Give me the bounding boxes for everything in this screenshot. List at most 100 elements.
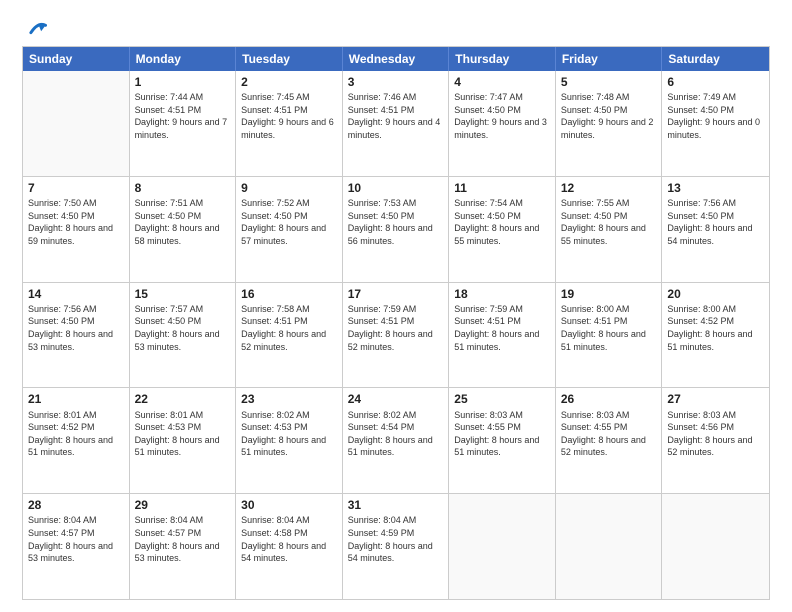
day-cell-21: 21 Sunrise: 8:01 AMSunset: 4:52 PMDayligh…	[23, 388, 130, 493]
cell-info: Sunrise: 7:47 AMSunset: 4:50 PMDaylight:…	[454, 91, 550, 141]
cell-info: Sunrise: 8:04 AMSunset: 4:57 PMDaylight:…	[28, 514, 124, 564]
day-cell-23: 23Sunrise: 8:02 AMSunset: 4:53 PMDayligh…	[236, 388, 343, 493]
day-cell-19: 19Sunrise: 8:00 AMSunset: 4:51 PMDayligh…	[556, 283, 663, 388]
day-cell-15: 15Sunrise: 7:57 AMSunset: 4:50 PMDayligh…	[130, 283, 237, 388]
empty-cell	[23, 71, 130, 176]
cell-info: Sunrise: 7:52 AMSunset: 4:50 PMDaylight:…	[241, 197, 337, 247]
day-header-tuesday: Tuesday	[236, 47, 343, 71]
cell-info: Sunrise: 7:50 AMSunset: 4:50 PMDaylight:…	[28, 197, 124, 247]
day-number: 18	[454, 286, 550, 302]
day-cell-11: 11Sunrise: 7:54 AMSunset: 4:50 PMDayligh…	[449, 177, 556, 282]
day-number: 1	[135, 74, 231, 90]
day-cell-6: 6Sunrise: 7:49 AMSunset: 4:50 PMDaylight…	[662, 71, 769, 176]
day-number: 15	[135, 286, 231, 302]
day-header-sunday: Sunday	[23, 47, 130, 71]
calendar-row-5: 28Sunrise: 8:04 AMSunset: 4:57 PMDayligh…	[23, 493, 769, 599]
cell-info: Sunrise: 7:49 AMSunset: 4:50 PMDaylight:…	[667, 91, 764, 141]
day-number: 30	[241, 497, 337, 513]
day-number: 3	[348, 74, 444, 90]
cell-info: Sunrise: 7:55 AMSunset: 4:50 PMDaylight:…	[561, 197, 657, 247]
day-header-saturday: Saturday	[662, 47, 769, 71]
day-number: 5	[561, 74, 657, 90]
calendar-header: SundayMondayTuesdayWednesdayThursdayFrid…	[23, 47, 769, 71]
day-header-wednesday: Wednesday	[343, 47, 450, 71]
cell-info: Sunrise: 8:01 AMSunset: 4:53 PMDaylight:…	[135, 409, 231, 459]
day-number: 16	[241, 286, 337, 302]
day-number: 2	[241, 74, 337, 90]
day-number: 25	[454, 391, 550, 407]
cell-info: Sunrise: 7:57 AMSunset: 4:50 PMDaylight:…	[135, 303, 231, 353]
day-number: 7	[28, 180, 124, 196]
cell-info: Sunrise: 7:51 AMSunset: 4:50 PMDaylight:…	[135, 197, 231, 247]
day-cell-5: 5Sunrise: 7:48 AMSunset: 4:50 PMDaylight…	[556, 71, 663, 176]
cell-info: Sunrise: 7:46 AMSunset: 4:51 PMDaylight:…	[348, 91, 444, 141]
empty-cell	[662, 494, 769, 599]
day-cell-22: 22 Sunrise: 8:01 AMSunset: 4:53 PMDayligh…	[130, 388, 237, 493]
day-cell-2: 2Sunrise: 7:45 AMSunset: 4:51 PMDaylight…	[236, 71, 343, 176]
day-cell-8: 8Sunrise: 7:51 AMSunset: 4:50 PMDaylight…	[130, 177, 237, 282]
day-header-friday: Friday	[556, 47, 663, 71]
cell-info: Sunrise: 8:03 AMSunset: 4:56 PMDaylight:…	[667, 409, 764, 459]
day-cell-20: 20Sunrise: 8:00 AMSunset: 4:52 PMDayligh…	[662, 283, 769, 388]
day-number: 20	[667, 286, 764, 302]
day-number: 4	[454, 74, 550, 90]
logo	[22, 18, 47, 40]
day-cell-1: 1Sunrise: 7:44 AMSunset: 4:51 PMDaylight…	[130, 71, 237, 176]
day-cell-27: 27 Sunrise: 8:03 AMSunset: 4:56 PMDayligh…	[662, 388, 769, 493]
day-number: 14	[28, 286, 124, 302]
day-number: 21	[28, 391, 124, 407]
cell-info: Sunrise: 8:00 AMSunset: 4:51 PMDaylight:…	[561, 303, 657, 353]
day-cell-25: 25Sunrise: 8:03 AMSunset: 4:55 PMDayligh…	[449, 388, 556, 493]
day-cell-12: 12Sunrise: 7:55 AMSunset: 4:50 PMDayligh…	[556, 177, 663, 282]
day-number: 11	[454, 180, 550, 196]
day-number: 22	[135, 391, 231, 407]
cell-info: Sunrise: 7:44 AMSunset: 4:51 PMDaylight:…	[135, 91, 231, 141]
day-cell-10: 10Sunrise: 7:53 AMSunset: 4:50 PMDayligh…	[343, 177, 450, 282]
cell-info: Sunrise: 8:04 AMSunset: 4:58 PMDaylight:…	[241, 514, 337, 564]
cell-info: Sunrise: 7:56 AMSunset: 4:50 PMDaylight:…	[667, 197, 764, 247]
calendar-row-2: 7Sunrise: 7:50 AMSunset: 4:50 PMDaylight…	[23, 176, 769, 282]
cell-info: Sunrise: 7:45 AMSunset: 4:51 PMDaylight:…	[241, 91, 337, 141]
day-number: 27	[667, 391, 764, 407]
cell-info: Sunrise: 8:04 AMSunset: 4:57 PMDaylight:…	[135, 514, 231, 564]
cell-info: Sunrise: 7:59 AMSunset: 4:51 PMDaylight:…	[454, 303, 550, 353]
cell-info: Sunrise: 7:54 AMSunset: 4:50 PMDaylight:…	[454, 197, 550, 247]
day-number: 19	[561, 286, 657, 302]
cell-info: Sunrise: 7:48 AMSunset: 4:50 PMDaylight:…	[561, 91, 657, 141]
day-number: 13	[667, 180, 764, 196]
day-cell-4: 4Sunrise: 7:47 AMSunset: 4:50 PMDaylight…	[449, 71, 556, 176]
day-number: 8	[135, 180, 231, 196]
day-number: 23	[241, 391, 337, 407]
cell-info: Sunrise: 8:00 AMSunset: 4:52 PMDaylight:…	[667, 303, 764, 353]
calendar-body: 1Sunrise: 7:44 AMSunset: 4:51 PMDaylight…	[23, 71, 769, 599]
day-cell-30: 30Sunrise: 8:04 AMSunset: 4:58 PMDayligh…	[236, 494, 343, 599]
cell-info: Sunrise: 8:01 AMSunset: 4:52 PMDaylight:…	[28, 409, 124, 459]
day-cell-31: 31Sunrise: 8:04 AMSunset: 4:59 PMDayligh…	[343, 494, 450, 599]
day-number: 26	[561, 391, 657, 407]
empty-cell	[449, 494, 556, 599]
day-header-monday: Monday	[130, 47, 237, 71]
cell-info: Sunrise: 7:59 AMSunset: 4:51 PMDaylight:…	[348, 303, 444, 353]
day-number: 31	[348, 497, 444, 513]
day-cell-9: 9Sunrise: 7:52 AMSunset: 4:50 PMDaylight…	[236, 177, 343, 282]
day-number: 12	[561, 180, 657, 196]
day-cell-7: 7Sunrise: 7:50 AMSunset: 4:50 PMDaylight…	[23, 177, 130, 282]
day-number: 9	[241, 180, 337, 196]
day-number: 6	[667, 74, 764, 90]
cell-info: Sunrise: 8:04 AMSunset: 4:59 PMDaylight:…	[348, 514, 444, 564]
day-cell-16: 16Sunrise: 7:58 AMSunset: 4:51 PMDayligh…	[236, 283, 343, 388]
calendar-grid: SundayMondayTuesdayWednesdayThursdayFrid…	[22, 46, 770, 600]
day-header-thursday: Thursday	[449, 47, 556, 71]
day-cell-29: 29Sunrise: 8:04 AMSunset: 4:57 PMDayligh…	[130, 494, 237, 599]
day-cell-28: 28Sunrise: 8:04 AMSunset: 4:57 PMDayligh…	[23, 494, 130, 599]
day-cell-24: 24 Sunrise: 8:02 AMSunset: 4:54 PMDayligh…	[343, 388, 450, 493]
day-number: 29	[135, 497, 231, 513]
day-number: 24	[348, 391, 444, 407]
day-cell-26: 26Sunrise: 8:03 AMSunset: 4:55 PMDayligh…	[556, 388, 663, 493]
day-cell-18: 18Sunrise: 7:59 AMSunset: 4:51 PMDayligh…	[449, 283, 556, 388]
day-number: 10	[348, 180, 444, 196]
calendar-row-3: 14Sunrise: 7:56 AMSunset: 4:50 PMDayligh…	[23, 282, 769, 388]
cell-info: Sunrise: 8:02 AMSunset: 4:54 PMDaylight:…	[348, 409, 444, 459]
calendar-row-4: 21 Sunrise: 8:01 AMSunset: 4:52 PMDayligh…	[23, 387, 769, 493]
day-cell-3: 3Sunrise: 7:46 AMSunset: 4:51 PMDaylight…	[343, 71, 450, 176]
